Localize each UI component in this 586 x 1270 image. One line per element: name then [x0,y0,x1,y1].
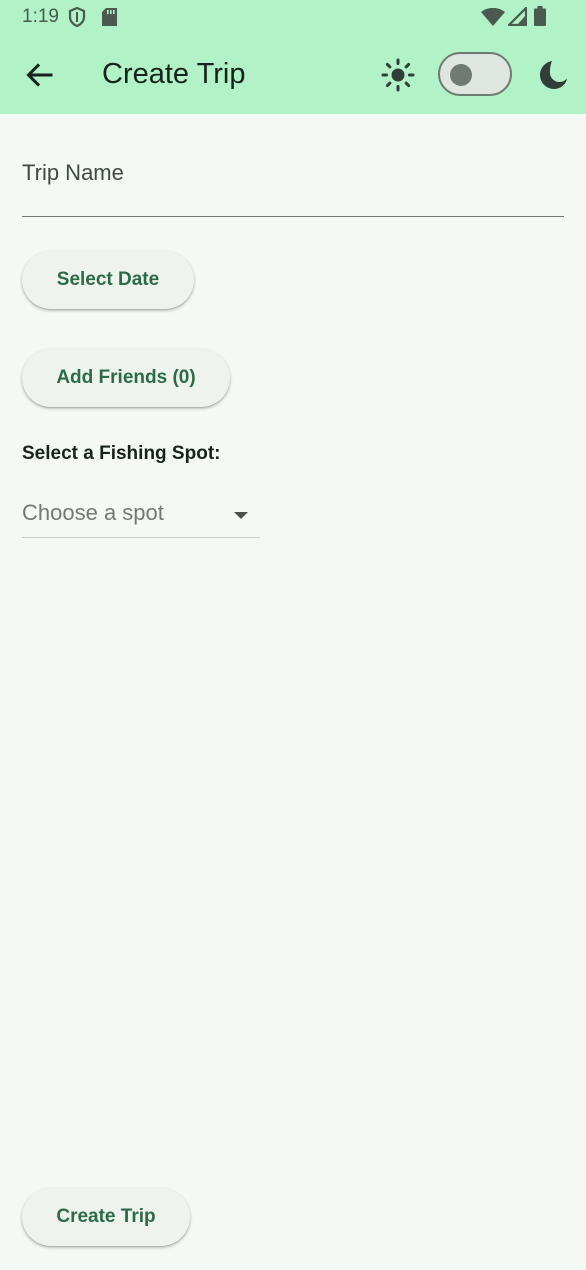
theme-switch[interactable] [438,52,512,96]
back-button[interactable] [18,54,60,96]
create-trip-button[interactable]: Create Trip [22,1188,190,1246]
sun-icon[interactable] [380,57,416,93]
fishing-spot-value: Choose a spot [22,500,164,525]
select-date-button[interactable]: Select Date [22,251,194,309]
fishing-spot-dropdown[interactable]: Choose a spot [22,494,260,538]
fishing-spot-label: Select a Fishing Spot: [22,443,221,464]
arrow-back-icon [26,63,53,87]
shield-icon [68,7,86,27]
signal-icon [507,7,527,26]
status-bar: 1:19 [0,0,586,34]
status-time: 1:19 [22,6,59,27]
add-friends-button[interactable]: Add Friends (0) [22,349,230,407]
page-title: Create Trip [102,58,246,90]
moon-icon[interactable] [536,58,570,92]
trip-name-input[interactable] [22,160,564,186]
trip-name-field[interactable] [22,150,564,217]
sd-card-icon [102,8,117,26]
wifi-icon [481,8,505,26]
theme-switch-thumb [450,64,472,86]
dropdown-arrow-icon [234,512,248,519]
battery-icon [534,6,546,26]
